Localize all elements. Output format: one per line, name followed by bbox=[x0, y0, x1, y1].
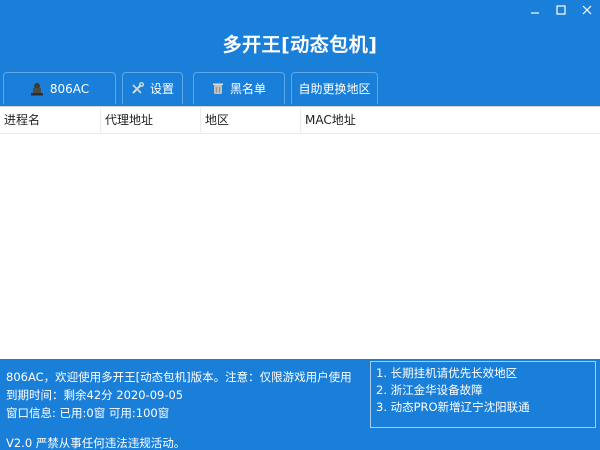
notice-item: 3. 动态PRO新增辽宁沈阳联通 bbox=[376, 400, 530, 414]
tab-blacklist[interactable]: 黑名单 bbox=[193, 72, 285, 104]
notice-item: 2. 浙江金华设备故障 bbox=[376, 383, 483, 397]
version-text: V2.0 严禁从事任何违法违规活动。 bbox=[6, 436, 186, 450]
trash-icon bbox=[212, 82, 224, 95]
tools-icon bbox=[131, 82, 144, 95]
app-window: 多开王[动态包机] 806AC 设置 黑名单 自助更换地区 进程名 代理地址 地… bbox=[0, 0, 600, 450]
notice-box: 1. 长期挂机请优先长效地区 2. 浙江金华设备故障 3. 动态PRO新增辽宁沈… bbox=[370, 361, 596, 428]
tab-account-label: 806AC bbox=[49, 81, 90, 96]
column-region[interactable]: 地区 bbox=[201, 107, 301, 133]
column-mac-address[interactable]: MAC地址 bbox=[301, 107, 600, 133]
expiry-text: 到期时间：剩余42分 2020-09-05 bbox=[6, 388, 184, 402]
app-title: 多开王[动态包机] bbox=[222, 34, 378, 56]
tab-change-region-label: 自助更换地区 bbox=[298, 82, 371, 96]
tab-settings[interactable]: 设置 bbox=[122, 72, 183, 104]
tab-settings-label: 设置 bbox=[149, 82, 174, 96]
welcome-text: 806AC，欢迎使用多开王[动态包机]版本。注意：仅限游戏用户使用 bbox=[6, 370, 352, 384]
notice-item: 1. 长期挂机请优先长效地区 bbox=[376, 366, 518, 380]
tab-change-region[interactable]: 自助更换地区 bbox=[291, 72, 378, 104]
user-icon bbox=[30, 82, 44, 96]
minimize-icon bbox=[531, 12, 539, 14]
tab-blacklist-label: 黑名单 bbox=[229, 82, 266, 96]
window-controls bbox=[522, 0, 600, 22]
list-header: 进程名 代理地址 地区 MAC地址 bbox=[0, 107, 600, 134]
status-panel: 806AC，欢迎使用多开王[动态包机]版本。注意：仅限游戏用户使用 到期时间：剩… bbox=[6, 368, 366, 450]
column-proxy-address[interactable]: 代理地址 bbox=[101, 107, 201, 133]
maximize-icon bbox=[556, 5, 566, 15]
column-process-name[interactable]: 进程名 bbox=[0, 107, 101, 133]
window-info-text: 窗口信息: 已用:0窗 可用:100窗 bbox=[6, 406, 170, 420]
close-button[interactable] bbox=[574, 0, 600, 20]
tab-account[interactable]: 806AC bbox=[3, 72, 116, 104]
minimize-button[interactable] bbox=[522, 0, 548, 20]
process-list[interactable]: 进程名 代理地址 地区 MAC地址 bbox=[0, 106, 600, 359]
maximize-button[interactable] bbox=[548, 0, 574, 20]
close-icon bbox=[582, 5, 592, 15]
tab-bar: 806AC 设置 黑名单 自助更换地区 bbox=[3, 72, 384, 106]
